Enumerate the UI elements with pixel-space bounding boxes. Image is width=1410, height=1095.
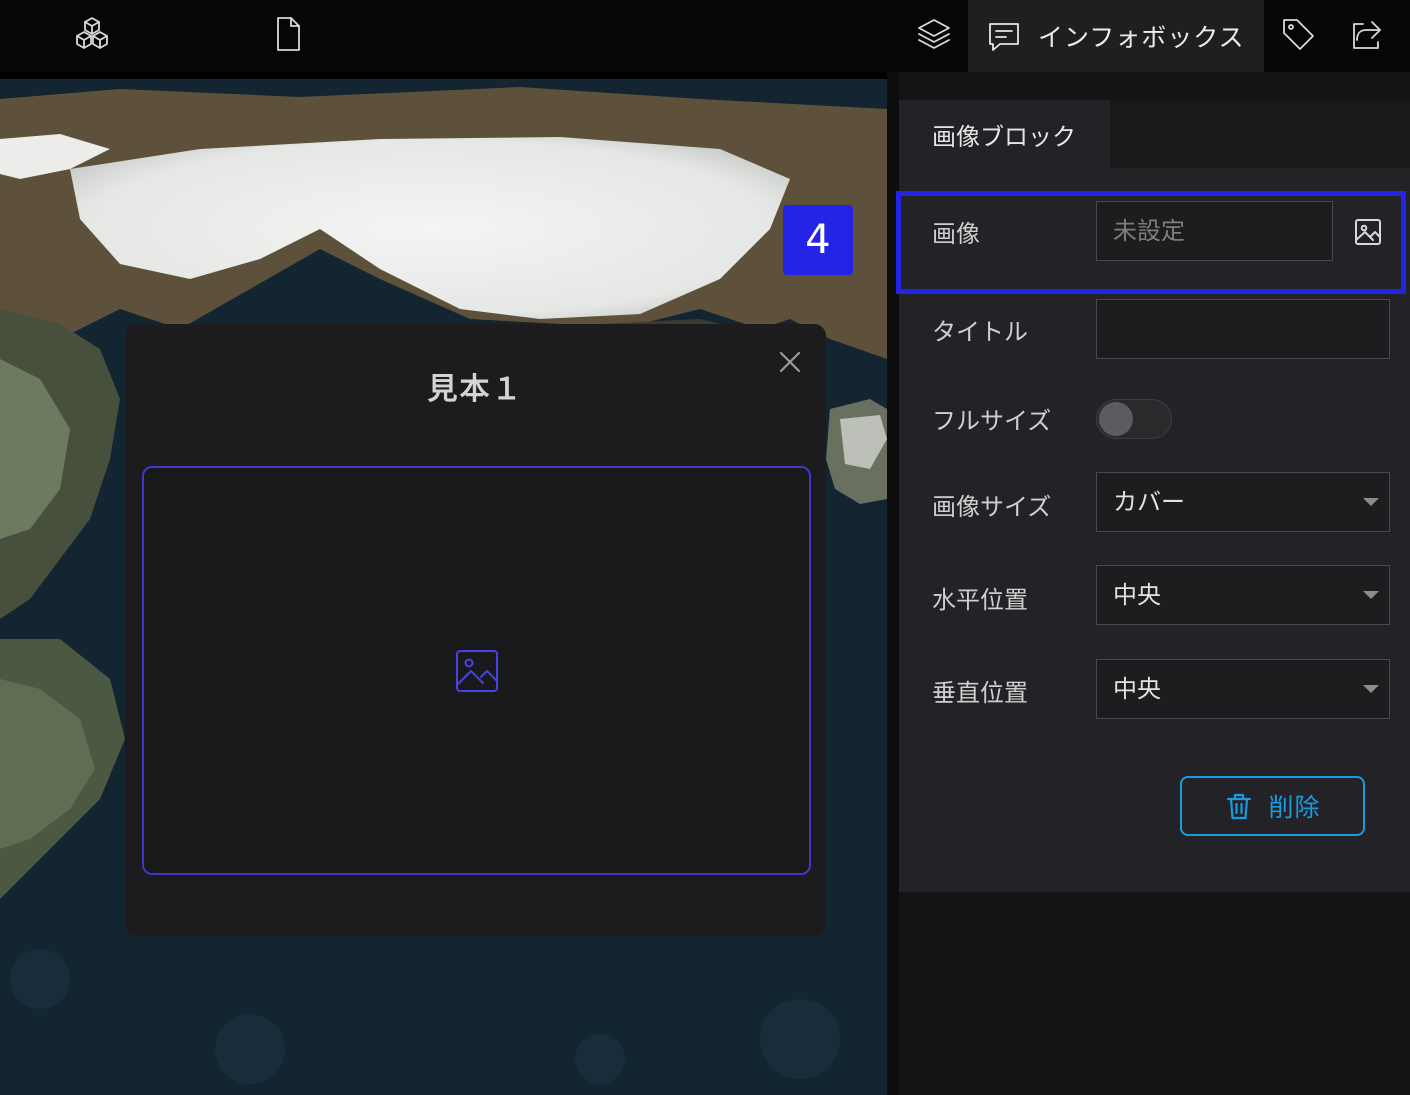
horizontal-position-value: 中央 (1113, 581, 1161, 609)
layers-icon[interactable] (912, 12, 956, 56)
title-input[interactable] (1096, 299, 1390, 359)
file-icon[interactable] (266, 12, 310, 56)
delete-button[interactable]: 削除 (1180, 776, 1365, 836)
image-size-value: カバー (1113, 488, 1185, 516)
step-badge: 4 (783, 205, 853, 275)
tab-infobox-label: インフォボックス (1038, 23, 1245, 52)
chevron-down-icon (1363, 498, 1379, 506)
cubes-icon[interactable] (70, 12, 114, 56)
horizontal-position-select[interactable]: 中央 (1096, 565, 1390, 625)
chevron-down-icon (1363, 591, 1379, 599)
image-icon (455, 649, 498, 692)
image-block-preview[interactable] (142, 466, 811, 875)
tag-icon[interactable] (1276, 12, 1320, 56)
image-size-label: 画像サイズ (932, 493, 1052, 521)
close-icon[interactable] (776, 348, 804, 376)
export-icon[interactable] (1344, 12, 1388, 56)
message-square-icon (989, 23, 1019, 51)
horizontal-position-label: 水平位置 (932, 586, 1028, 614)
infobox-preview-modal: 見本１ (125, 324, 826, 936)
modal-title: 見本１ (427, 372, 524, 407)
tab-image-block[interactable]: 画像ブロック (899, 100, 1110, 168)
fullsize-label: フルサイズ (932, 407, 1052, 435)
title-label: タイトル (932, 318, 1028, 346)
tab-infobox[interactable]: インフォボックス (968, 0, 1264, 72)
chevron-down-icon (1363, 685, 1379, 693)
vertical-position-value: 中央 (1113, 675, 1161, 703)
delete-button-label: 削除 (1268, 793, 1321, 822)
trash-icon (1227, 793, 1252, 820)
highlight-box (896, 191, 1406, 294)
top-toolbar: インフォボックス (0, 0, 1410, 72)
fullsize-toggle[interactable] (1096, 399, 1172, 439)
vertical-position-label: 垂直位置 (932, 679, 1028, 707)
vertical-position-select[interactable]: 中央 (1096, 659, 1390, 719)
toggle-knob (1099, 402, 1133, 436)
image-size-select[interactable]: カバー (1096, 472, 1390, 532)
